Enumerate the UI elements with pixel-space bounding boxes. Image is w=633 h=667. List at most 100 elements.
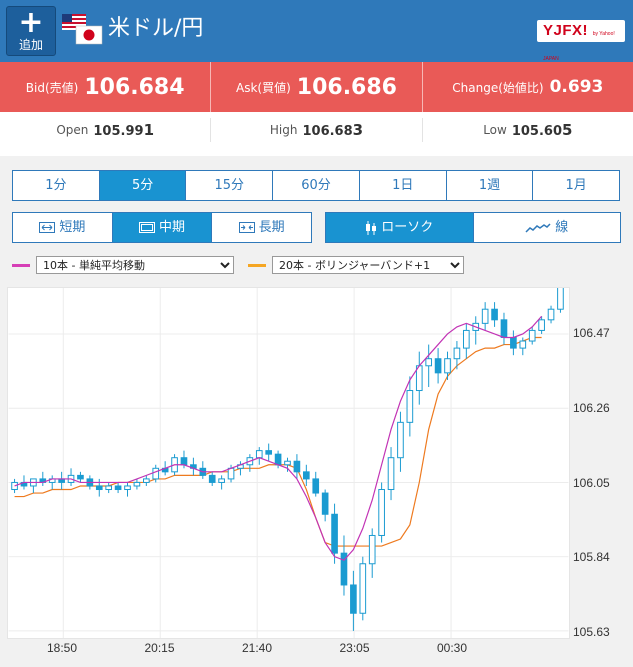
- candle-body: [528, 329, 536, 342]
- x-tick-label: 18:50: [46, 641, 78, 655]
- candle-body: [434, 358, 442, 374]
- change-value: 0.693: [549, 77, 604, 97]
- logo-text: YJFX!: [543, 22, 589, 39]
- add-button-label: 追加: [18, 38, 43, 52]
- ask-label: Ask(買値): [235, 80, 291, 95]
- bb-indicator: 20本 - ボリンジャーバンド+1: [248, 256, 464, 274]
- bid-value: 106.684: [84, 74, 185, 100]
- candle-body: [481, 308, 489, 324]
- timeframe-1month[interactable]: 1月: [533, 171, 619, 200]
- timeframe-15min[interactable]: 15分: [186, 171, 274, 200]
- high-label: High: [269, 123, 298, 137]
- low-value: 105.605: [511, 121, 573, 139]
- x-tick-label: 21:40: [241, 641, 273, 655]
- candle-body: [331, 513, 338, 554]
- candle-body: [77, 474, 84, 480]
- timeframe-5min[interactable]: 5分: [99, 171, 187, 200]
- candlestick-icon: [366, 220, 377, 235]
- candle-body: [368, 534, 376, 565]
- x-tick-label: 23:05: [339, 641, 370, 655]
- candle-body: [133, 481, 141, 487]
- candle-body: [143, 478, 150, 483]
- add-button[interactable]: + 追加: [6, 6, 56, 56]
- candle-body: [180, 457, 188, 466]
- candle-body: [284, 460, 291, 466]
- candle-body: [453, 347, 461, 360]
- low-cell: Low 105.605: [423, 118, 633, 142]
- candle-body: [208, 474, 216, 483]
- bb-swatch: [248, 263, 266, 267]
- candle-body: [95, 485, 103, 491]
- candle-body: [227, 467, 235, 480]
- plus-icon: +: [18, 5, 44, 40]
- y-axis-labels: 106.47 106.26 106.05 105.84 105.63: [570, 287, 633, 639]
- app-header: + 追加 米ドル/円 YJFX! by Yahoo! JAPAN: [0, 0, 633, 62]
- range-mid-label: 中期: [159, 220, 186, 235]
- x-tick-label: 20:15: [144, 641, 175, 655]
- moving-average-line: [14, 315, 543, 561]
- chart-type-selector: ローソク 線: [325, 212, 621, 243]
- candle-body: [274, 453, 282, 466]
- timeframe-1day[interactable]: 1日: [360, 171, 447, 200]
- candle-body: [152, 467, 160, 480]
- candle-body: [350, 584, 357, 614]
- candle-body: [500, 319, 508, 338]
- candle-body: [463, 329, 470, 349]
- candle-body: [255, 450, 263, 459]
- candle-body: [124, 485, 131, 491]
- y-tick-label: 106.05: [573, 475, 610, 490]
- candle-body: [265, 450, 273, 455]
- timeframe-1week[interactable]: 1週: [447, 171, 534, 200]
- candle-body: [491, 308, 498, 321]
- candle-body: [359, 563, 367, 614]
- candle-body: [538, 319, 545, 331]
- currency-flags-icon: [62, 14, 103, 45]
- change-cell: Change(始値比) 0.693: [423, 62, 633, 112]
- timeframe-60min[interactable]: 60分: [273, 171, 360, 200]
- expand-horizontal-icon: [39, 222, 56, 233]
- candle-body: [387, 457, 395, 491]
- range-short-label: 短期: [59, 220, 86, 235]
- compress-horizontal-icon: [238, 222, 255, 233]
- open-value: 105.991: [93, 121, 154, 139]
- ask-cell: Ask(買値) 106.686: [211, 62, 423, 112]
- candlestick-type-label: ローソク: [381, 220, 434, 235]
- ma-swatch: [12, 263, 30, 267]
- candlestick-type-button[interactable]: ローソク: [326, 213, 474, 242]
- ma-select[interactable]: 10本 - 単純平均移動: [36, 256, 234, 274]
- bid-cell: Bid(売値) 106.684: [0, 62, 212, 112]
- stats-bar: Open 105.991 High 106.683 Low 105.605: [0, 112, 633, 148]
- range-mid-button[interactable]: 中期: [112, 213, 213, 242]
- x-tick-label: 00:30: [436, 641, 468, 655]
- change-label: Change(始値比): [452, 80, 544, 95]
- candle-body: [321, 492, 329, 515]
- line-type-button[interactable]: 線: [474, 213, 621, 242]
- candle-body: [547, 308, 555, 321]
- candle-body: [406, 390, 414, 423]
- candle-body: [519, 340, 527, 349]
- range-short-button[interactable]: 短期: [13, 213, 113, 242]
- line-chart-icon: [525, 222, 551, 233]
- bb-select[interactable]: 20本 - ボリンジャーバンド+1: [272, 256, 464, 274]
- candle-body: [425, 358, 433, 367]
- y-tick-label: 105.63: [573, 624, 610, 639]
- price-chart[interactable]: [7, 287, 570, 639]
- open-cell: Open 105.991: [0, 118, 212, 142]
- x-axis-labels: 18:50 20:15 21:40 23:05 00:30: [7, 639, 570, 663]
- range-selector: 短期 中期 長期: [12, 212, 312, 243]
- range-long-button[interactable]: 長期: [212, 213, 311, 242]
- open-label: Open: [56, 123, 89, 137]
- candle-body: [397, 421, 404, 459]
- ma-indicator: 10本 - 単純平均移動: [12, 256, 234, 274]
- candle-body: [293, 460, 301, 473]
- ask-value: 106.686: [296, 74, 397, 100]
- quote-bar: Bid(売値) 106.684 Ask(買値) 106.686 Change(始…: [0, 62, 633, 112]
- bollinger-band-line: [14, 336, 542, 547]
- line-type-label: 線: [555, 220, 569, 235]
- candle-body: [444, 358, 451, 374]
- low-label: Low: [483, 123, 507, 137]
- candle-body: [218, 478, 225, 483]
- timeframe-1min[interactable]: 1分: [13, 171, 100, 200]
- yjfx-logo: YJFX! by Yahoo! JAPAN: [537, 20, 625, 62]
- bid-label: Bid(売値): [25, 80, 79, 95]
